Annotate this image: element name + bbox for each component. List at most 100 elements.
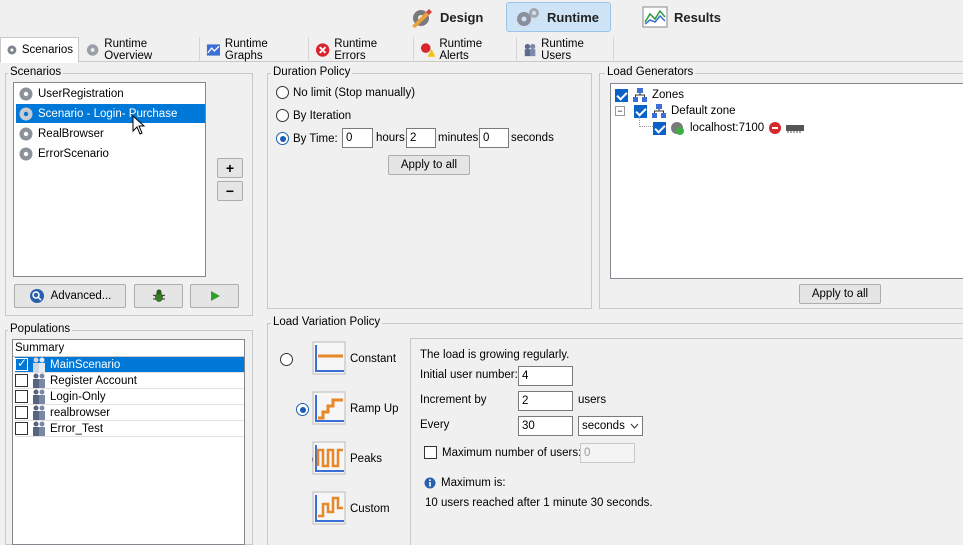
by-time-label: By Time: <box>293 132 338 145</box>
scenario-item[interactable]: UserRegistration <box>16 84 205 103</box>
zones-checkbox[interactable] <box>615 88 628 102</box>
tree-connector <box>639 117 653 127</box>
every-unit-select[interactable]: seconds <box>578 416 643 436</box>
populations-header: Summary <box>13 340 244 357</box>
increment-input[interactable] <box>518 391 573 411</box>
population-row[interactable]: MainScenario <box>15 356 244 373</box>
seconds-input[interactable] <box>479 128 509 148</box>
scenario-item-selected[interactable]: Scenario - Login- Purchase <box>16 104 205 123</box>
load-generators-tree[interactable]: Zones − Default zone localhost:7100 <box>610 83 963 279</box>
run-button[interactable] <box>190 284 239 308</box>
custom-load-icon[interactable] <box>311 490 347 526</box>
play-icon <box>210 291 220 301</box>
tab-runtime-alerts[interactable]: Runtime Alerts <box>415 37 517 62</box>
minutes-input[interactable] <box>406 128 436 148</box>
mode-bar: Design Runtime Results <box>0 0 963 36</box>
default-zone-label: Default zone <box>671 105 736 117</box>
scenarios-list[interactable]: UserRegistration Scenario - Login- Purch… <box>13 82 206 277</box>
localhost-node[interactable]: localhost:7100 <box>653 120 805 136</box>
scenarios-group-label: Scenarios <box>8 66 64 78</box>
tab-runtime-overview[interactable]: Runtime Overview <box>80 37 200 62</box>
collapse-toggle-icon[interactable]: − <box>615 106 625 116</box>
localhost-checkbox[interactable] <box>653 121 666 135</box>
tab-runtime-overview-label: Runtime Overview <box>104 37 153 62</box>
disconnect-icon[interactable] <box>768 121 782 135</box>
seconds-label: seconds <box>511 132 554 144</box>
max-users-checkbox[interactable] <box>424 446 437 459</box>
every-input[interactable] <box>518 416 573 436</box>
duration-apply-all-label: Apply to all <box>400 159 458 171</box>
tab-runtime-users-label: Runtime Users <box>541 37 584 62</box>
peaks-load-icon[interactable] <box>311 440 347 476</box>
scenario-item[interactable]: RealBrowser <box>16 124 205 143</box>
population-row[interactable]: realbrowser <box>15 405 244 421</box>
ramp-up-label: Ramp Up <box>350 403 399 415</box>
gear-icon <box>86 43 99 56</box>
debug-button[interactable] <box>134 284 183 308</box>
population-label: Login-Only <box>50 390 106 403</box>
populations-table[interactable]: Summary MainScenario Register Account Lo… <box>12 339 245 545</box>
by-time-radio[interactable] <box>276 132 289 145</box>
load-generators-apply-all-label: Apply to all <box>811 288 869 300</box>
remove-scenario-button[interactable]: − <box>217 181 243 201</box>
alert-icon <box>420 42 436 57</box>
hours-input[interactable] <box>342 128 373 148</box>
default-zone-checkbox[interactable] <box>634 104 647 118</box>
no-limit-radio[interactable] <box>276 86 289 99</box>
custom-label: Custom <box>350 503 390 515</box>
every-label: Every <box>420 419 450 431</box>
gear-icon <box>19 107 33 120</box>
hours-label: hours <box>376 132 405 144</box>
scenario-item-label: UserRegistration <box>38 87 124 100</box>
max-users-option[interactable]: Maximum number of users: <box>424 446 581 459</box>
design-mode-button[interactable]: Design <box>400 2 491 32</box>
population-users-icon <box>33 405 45 420</box>
users-icon <box>524 43 536 56</box>
max-users-input[interactable] <box>580 443 635 463</box>
population-users-icon <box>33 373 45 388</box>
zones-node[interactable]: Zones <box>615 87 684 103</box>
add-scenario-button[interactable]: + <box>217 158 243 178</box>
design-icon <box>412 9 432 28</box>
zones-label: Zones <box>652 89 684 101</box>
maximum-is-row: Maximum is: <box>424 477 506 489</box>
initial-user-input[interactable] <box>518 366 573 386</box>
scenario-item[interactable]: ErrorScenario <box>16 144 205 163</box>
advanced-button-label: Advanced... <box>50 290 112 302</box>
by-iteration-radio[interactable] <box>276 109 289 122</box>
tab-runtime-graphs[interactable]: Runtime Graphs <box>201 37 309 62</box>
tab-scenarios[interactable]: Scenarios <box>0 37 79 63</box>
population-row[interactable]: Login-Only <box>15 389 244 405</box>
by-time-option[interactable]: By Time: <box>276 132 338 145</box>
population-checkbox[interactable] <box>15 374 28 387</box>
by-iteration-option[interactable]: By Iteration <box>276 109 351 122</box>
population-row[interactable]: Error_Test <box>15 421 244 437</box>
gear-icon <box>7 45 17 55</box>
tab-runtime-errors-label: Runtime Errors <box>334 37 378 62</box>
population-checkbox[interactable] <box>15 406 28 419</box>
tab-runtime-users[interactable]: Runtime Users <box>518 37 614 62</box>
duration-policy-label: Duration Policy <box>271 66 353 78</box>
population-checkbox[interactable] <box>15 422 28 435</box>
tab-runtime-errors[interactable]: Runtime Errors <box>310 37 414 62</box>
every-unit-value: seconds <box>582 420 625 432</box>
runtime-mode-button[interactable]: Runtime <box>506 2 611 32</box>
population-row[interactable]: Register Account <box>15 373 244 389</box>
max-users-label: Maximum number of users: <box>442 446 582 459</box>
scenario-item-label: ErrorScenario <box>38 147 109 160</box>
constant-radio[interactable] <box>280 353 293 366</box>
ramp-up-load-icon[interactable] <box>311 390 347 426</box>
population-checkbox[interactable] <box>15 356 28 371</box>
scenario-item-label: RealBrowser <box>38 127 104 140</box>
population-checkbox[interactable] <box>15 390 28 403</box>
constant-load-icon[interactable] <box>311 340 347 376</box>
no-limit-option[interactable]: No limit (Stop manually) <box>276 86 415 99</box>
maximum-is-label: Maximum is: <box>441 477 506 489</box>
chevron-down-icon <box>630 423 639 429</box>
results-mode-button[interactable]: Results <box>634 2 729 32</box>
load-generators-apply-all-button[interactable]: Apply to all <box>799 284 881 304</box>
bug-icon <box>152 289 165 302</box>
duration-apply-all-button[interactable]: Apply to all <box>388 155 470 175</box>
advanced-button[interactable]: Advanced... <box>14 284 126 308</box>
default-zone-network-icon <box>652 104 666 118</box>
